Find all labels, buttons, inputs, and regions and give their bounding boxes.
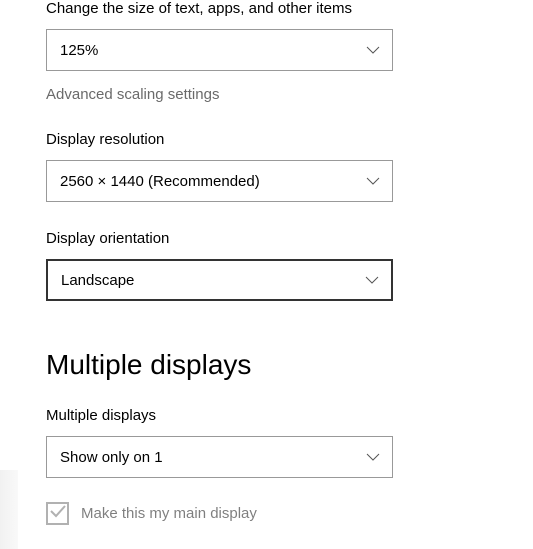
chevron-down-icon <box>365 276 379 284</box>
scale-value: 125% <box>60 42 98 59</box>
main-display-checkbox-row: Make this my main display <box>46 502 533 525</box>
multiple-displays-value: Show only on 1 <box>60 449 163 466</box>
multiple-displays-header: Multiple displays <box>46 349 533 381</box>
checkmark-icon <box>50 504 66 523</box>
main-display-checkbox <box>46 502 69 525</box>
orientation-label: Display orientation <box>46 230 533 247</box>
window-edge-artifact <box>0 470 18 549</box>
chevron-down-icon <box>366 46 380 54</box>
multiple-displays-label: Multiple displays <box>46 407 533 424</box>
orientation-value: Landscape <box>61 272 134 289</box>
scale-label: Change the size of text, apps, and other… <box>46 0 533 17</box>
resolution-dropdown[interactable]: 2560 × 1440 (Recommended) <box>46 160 393 202</box>
resolution-label: Display resolution <box>46 131 533 148</box>
display-settings-panel: Change the size of text, apps, and other… <box>0 0 533 525</box>
chevron-down-icon <box>366 177 380 185</box>
scale-dropdown[interactable]: 125% <box>46 29 393 71</box>
chevron-down-icon <box>366 453 380 461</box>
resolution-value: 2560 × 1440 (Recommended) <box>60 173 260 190</box>
advanced-scaling-link[interactable]: Advanced scaling settings <box>46 86 533 103</box>
main-display-checkbox-label: Make this my main display <box>81 505 257 522</box>
orientation-dropdown[interactable]: Landscape <box>46 259 393 301</box>
multiple-displays-dropdown[interactable]: Show only on 1 <box>46 436 393 478</box>
